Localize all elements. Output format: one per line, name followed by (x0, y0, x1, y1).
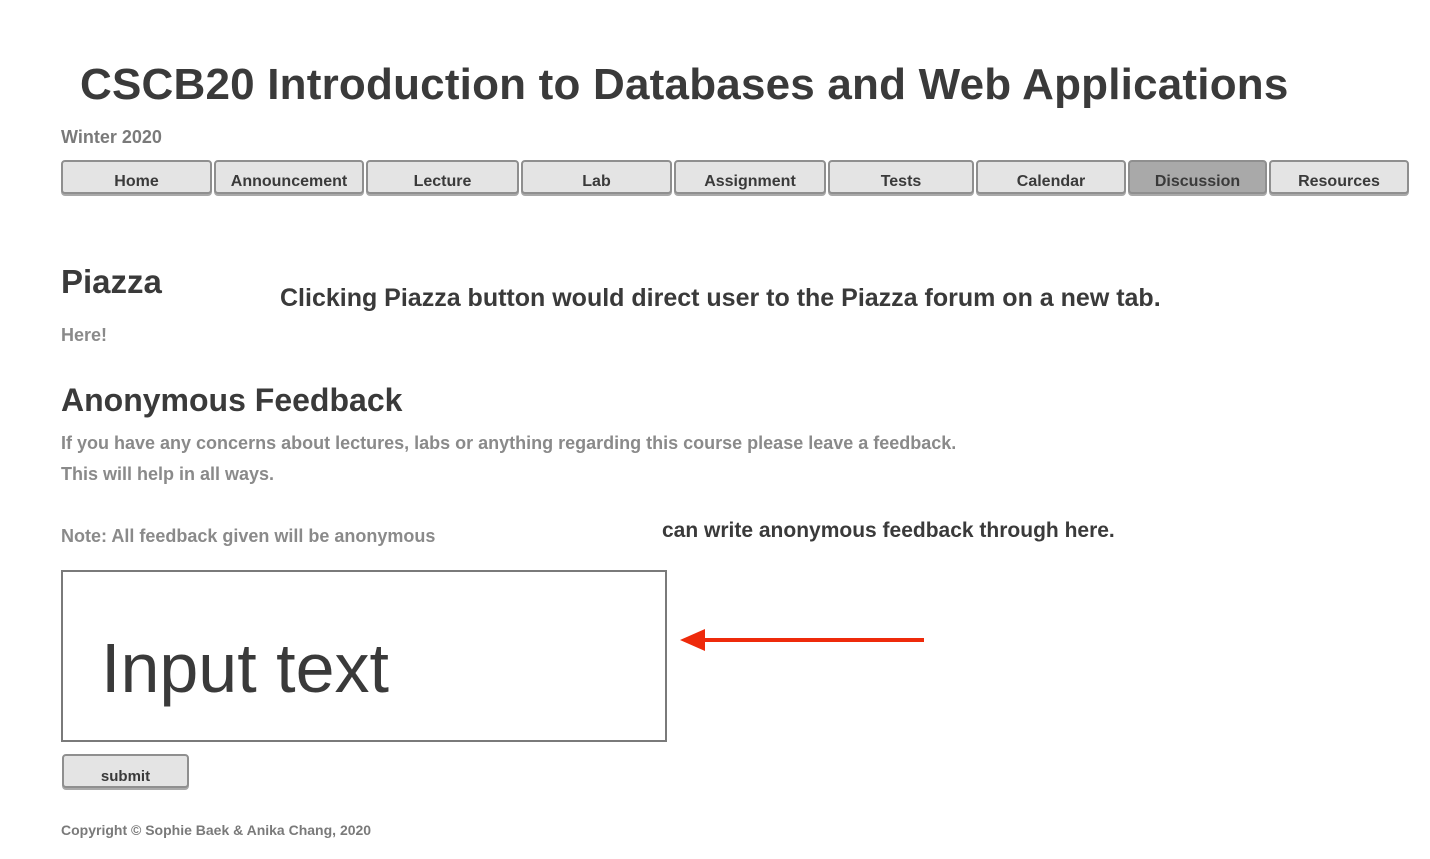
feedback-heading: Anonymous Feedback (61, 382, 403, 418)
submit-button[interactable]: submit (62, 754, 189, 788)
piazza-annotation: Clicking Piazza button would direct user… (280, 284, 1161, 312)
left-arrow-icon (680, 629, 924, 651)
feedback-note: Note: All feedback given will be anonymo… (61, 526, 436, 546)
term-label: Winter 2020 (61, 127, 162, 147)
site-title: CSCB20 Introduction to Databases and Web… (80, 60, 1289, 109)
nav-lecture-button[interactable]: Lecture (366, 160, 519, 194)
nav-home-button[interactable]: Home (61, 160, 212, 194)
feedback-description-line2: This will help in all ways. (61, 464, 275, 484)
nav-announcement-button[interactable]: Announcement (214, 160, 364, 194)
nav-tests-button[interactable]: Tests (828, 160, 974, 194)
feedback-input[interactable] (61, 570, 667, 742)
nav-assignment-button[interactable]: Assignment (674, 160, 826, 194)
feedback-annotation: can write anonymous feedback through her… (662, 519, 1115, 542)
copyright-text: Copyright © Sophie Baek & Anika Chang, 2… (61, 822, 372, 838)
main-nav: Home Announcement Lecture Lab Assignment… (0, 160, 1430, 198)
piazza-heading: Piazza (61, 263, 162, 300)
nav-resources-button[interactable]: Resources (1269, 160, 1409, 194)
nav-lab-button[interactable]: Lab (521, 160, 672, 194)
piazza-link[interactable]: Here! (61, 325, 107, 346)
nav-discussion-button[interactable]: Discussion (1128, 160, 1267, 194)
feedback-description-line1: If you have any concerns about lectures,… (61, 433, 957, 453)
nav-calendar-button[interactable]: Calendar (976, 160, 1126, 194)
arrow-head (680, 629, 705, 651)
